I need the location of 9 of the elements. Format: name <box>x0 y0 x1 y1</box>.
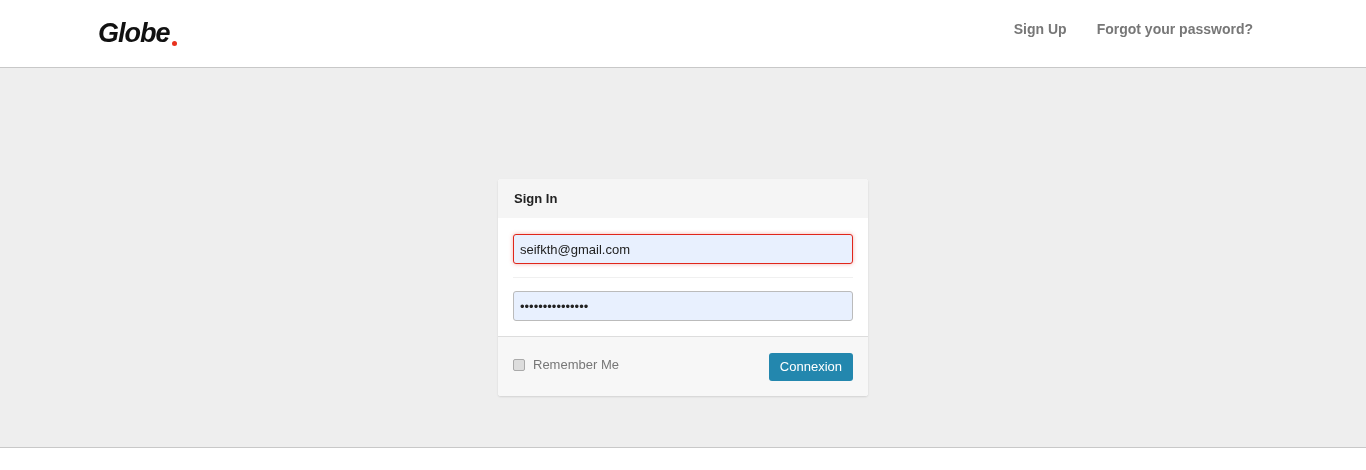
email-field[interactable]: seifkth@gmail.com <box>513 234 853 264</box>
remember-label: Remember Me <box>533 355 619 374</box>
remember-checkbox[interactable] <box>513 358 525 371</box>
login-button[interactable]: Connexion <box>768 352 853 381</box>
logo[interactable]: Globe <box>98 20 170 47</box>
nav-link[interactable]: Forgot your password? <box>1096 19 1253 40</box>
card-title: Sign In <box>514 189 558 208</box>
password-field[interactable]: ••••••••••••••• <box>513 291 853 321</box>
nav-link[interactable]: Sign Up <box>1013 19 1067 40</box>
